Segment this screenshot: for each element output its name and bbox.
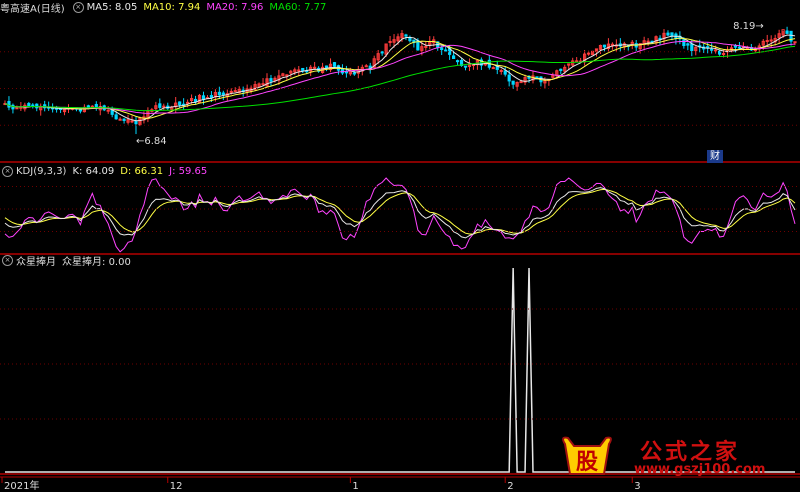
candle bbox=[452, 55, 456, 60]
candle bbox=[178, 101, 182, 106]
candle bbox=[785, 30, 789, 34]
candle bbox=[332, 62, 337, 67]
candle bbox=[301, 67, 305, 72]
kdj-d-legend: D: 66.31 bbox=[120, 165, 164, 177]
ma60-legend: MA60: 7.77 bbox=[269, 1, 327, 13]
collapse-icon[interactable]: × bbox=[2, 165, 13, 177]
axis-tick-label: 12 bbox=[170, 481, 183, 492]
candle bbox=[408, 37, 412, 42]
axis-tick-label: 1 bbox=[352, 481, 358, 492]
candle bbox=[313, 66, 317, 69]
candle bbox=[682, 39, 686, 46]
candle bbox=[186, 101, 190, 104]
ma10-legend: MA10: 7.94 bbox=[143, 1, 201, 13]
candle bbox=[229, 90, 233, 93]
price-legend: 粤高速A(日线) × MA5: 8.05 MA10: 7.94 MA20: 7.… bbox=[0, 0, 332, 15]
candle bbox=[158, 103, 162, 108]
candle bbox=[285, 74, 289, 77]
candle bbox=[15, 107, 19, 110]
candle bbox=[7, 101, 11, 108]
candle bbox=[586, 52, 591, 55]
candle bbox=[666, 32, 670, 36]
kdj-j-legend: J: 59.65 bbox=[169, 165, 208, 177]
indicator-value: 众星捧月: 0.00 bbox=[62, 256, 131, 268]
candle bbox=[27, 102, 31, 107]
axis-tick-label: 2 bbox=[507, 481, 513, 492]
candle bbox=[90, 105, 94, 108]
candle bbox=[388, 40, 392, 43]
indicator-name: 众星捧月 bbox=[16, 256, 56, 268]
candle bbox=[118, 118, 122, 121]
candle bbox=[670, 32, 674, 37]
candle bbox=[106, 109, 110, 112]
candle bbox=[686, 43, 690, 46]
candle bbox=[646, 40, 650, 43]
watermark-url: www.gszj100.com bbox=[634, 462, 766, 477]
candle bbox=[122, 118, 126, 121]
stock-name: 粤高速A(日线) bbox=[0, 3, 65, 15]
candle bbox=[134, 120, 138, 125]
candle bbox=[463, 65, 468, 68]
candle bbox=[297, 69, 301, 72]
ma20-legend: MA20: 7.96 bbox=[206, 1, 264, 13]
candle bbox=[424, 45, 428, 48]
ma5-legend: MA5: 8.05 bbox=[86, 1, 138, 13]
kdj-panel bbox=[4, 177, 796, 253]
candle bbox=[269, 78, 273, 82]
candle bbox=[793, 41, 797, 44]
candle bbox=[217, 91, 221, 96]
close-icon[interactable]: × bbox=[72, 1, 84, 13]
candle bbox=[690, 43, 694, 52]
candle bbox=[233, 90, 237, 93]
kdj-k-legend: K: 64.09 bbox=[72, 165, 115, 177]
high-price-label: 8.19→ bbox=[733, 21, 764, 32]
candle bbox=[130, 120, 134, 123]
candle bbox=[455, 60, 460, 63]
candle bbox=[511, 80, 515, 85]
candle bbox=[499, 69, 503, 72]
candle bbox=[261, 83, 265, 86]
stock-chart: ←6.848.19→ 2021年 12 1 2 3 bbox=[0, 21, 800, 492]
candle bbox=[380, 51, 384, 54]
watermark-brand: 股 bbox=[575, 450, 598, 475]
candle bbox=[575, 60, 579, 63]
candle bbox=[86, 105, 90, 108]
candle bbox=[491, 67, 495, 70]
axis-tick-label: 2021年 bbox=[4, 479, 39, 492]
kdj-name: KDJ(9,3,3) bbox=[16, 165, 67, 177]
kdj-legend: × KDJ(9,3,3) K: 64.09 D: 66.31 J: 59.65 bbox=[0, 164, 213, 178]
candle bbox=[721, 52, 726, 55]
finance-badge[interactable]: 财 bbox=[707, 150, 723, 163]
candle bbox=[714, 49, 718, 52]
price-panel: ←6.84 8.19→ bbox=[3, 21, 797, 147]
candle bbox=[710, 48, 714, 51]
collapse-icon[interactable]: × bbox=[2, 254, 13, 266]
indicator-legend: × 众星捧月 众星捧月: 0.00 bbox=[0, 253, 137, 268]
candle bbox=[162, 105, 166, 108]
candle bbox=[364, 65, 368, 68]
candle bbox=[765, 40, 769, 43]
watermark: 股 公式之家 www.gszj100.com bbox=[560, 434, 790, 480]
kdj_k-line bbox=[4, 187, 796, 239]
ma60-line bbox=[4, 45, 796, 112]
candle bbox=[507, 74, 511, 82]
candle bbox=[503, 70, 507, 75]
candle bbox=[737, 46, 742, 49]
candle bbox=[444, 49, 448, 52]
axis-tick-label: 3 bbox=[634, 481, 640, 492]
candle bbox=[404, 34, 408, 37]
candle bbox=[209, 95, 214, 99]
candle bbox=[352, 72, 356, 75]
candle bbox=[114, 114, 118, 120]
candle bbox=[440, 47, 444, 51]
low-price-label: ←6.84 bbox=[136, 136, 167, 147]
candle bbox=[519, 81, 523, 84]
kdj_j-line bbox=[4, 177, 796, 253]
candle bbox=[559, 68, 563, 72]
candle bbox=[221, 92, 225, 96]
candle bbox=[602, 44, 607, 48]
